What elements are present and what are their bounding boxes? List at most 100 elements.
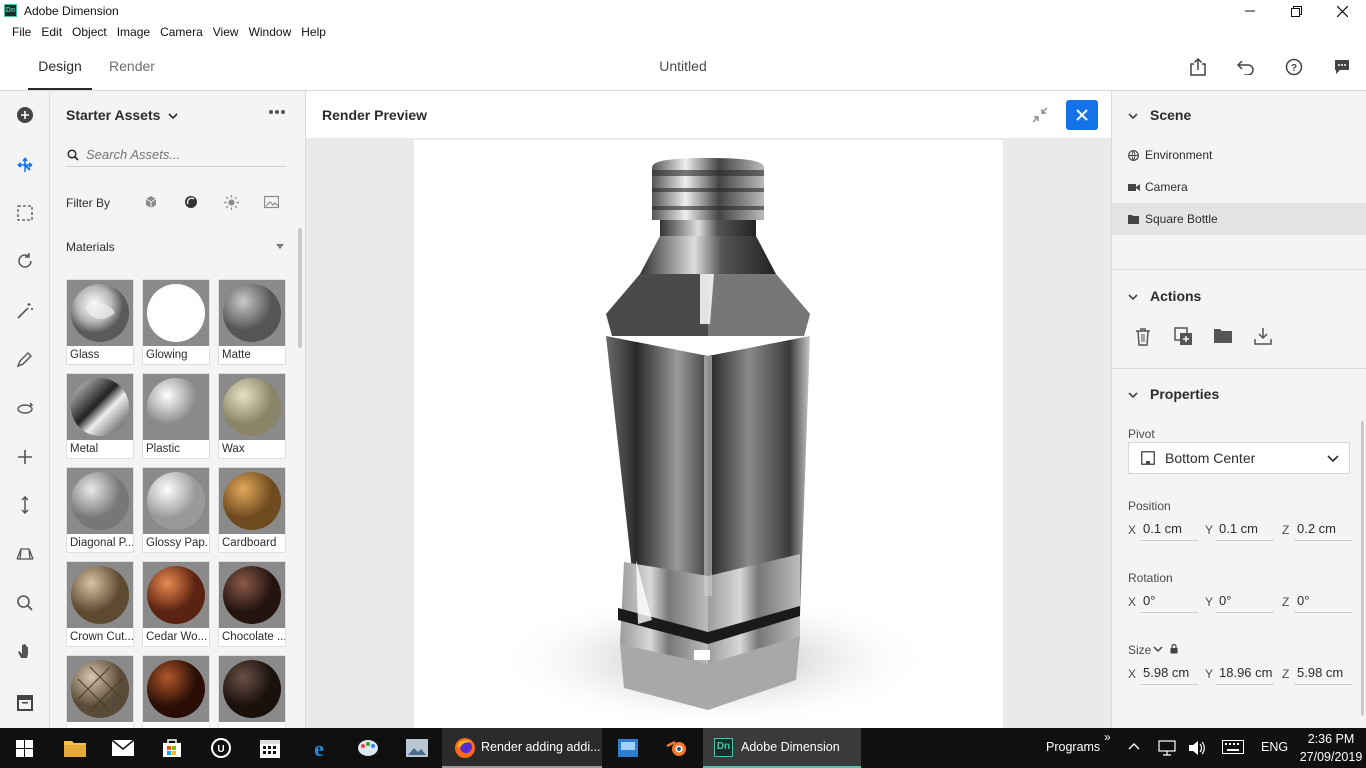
more-options-icon[interactable] bbox=[268, 109, 286, 115]
orbit-icon[interactable] bbox=[13, 249, 37, 273]
drop-to-ground-icon[interactable] bbox=[1254, 327, 1274, 347]
duplicate-icon[interactable] bbox=[1174, 327, 1194, 347]
material-glossy-paper[interactable]: Glossy Pap... bbox=[142, 467, 210, 553]
app-icon[interactable] bbox=[604, 728, 652, 768]
move-icon[interactable] bbox=[13, 445, 37, 469]
close-window-button[interactable] bbox=[1319, 0, 1365, 22]
add-content-icon[interactable] bbox=[13, 103, 37, 127]
position-z-input[interactable]: 0.2 cm bbox=[1294, 520, 1352, 541]
properties-scrollbar[interactable] bbox=[1361, 421, 1364, 716]
material-cardboard[interactable]: Cardboard bbox=[218, 467, 286, 553]
taskbar-dimension-window[interactable]: Dn Adobe Dimension bbox=[703, 728, 861, 768]
store-icon[interactable] bbox=[148, 728, 196, 768]
paint-app-icon[interactable] bbox=[344, 728, 392, 768]
material-tile[interactable] bbox=[66, 655, 134, 728]
share-icon[interactable] bbox=[1186, 55, 1210, 79]
mail-icon[interactable] bbox=[99, 728, 147, 768]
material-chocolate[interactable]: Chocolate ... bbox=[218, 561, 286, 647]
actions-collapse-icon[interactable] bbox=[1128, 293, 1138, 301]
material-cedar-wood[interactable]: Cedar Wo... bbox=[142, 561, 210, 647]
assets-scrollbar[interactable] bbox=[298, 228, 302, 348]
material-diagonal-paper[interactable]: Diagonal P... bbox=[66, 467, 134, 553]
rotate-object-icon[interactable] bbox=[13, 397, 37, 421]
calendar-icon[interactable] bbox=[246, 728, 294, 768]
menu-edit[interactable]: Edit bbox=[36, 22, 67, 43]
material-glowing[interactable]: Glowing bbox=[142, 279, 210, 365]
size-x-input[interactable]: 5.98 cm bbox=[1140, 664, 1198, 685]
tab-render[interactable]: Render bbox=[102, 43, 162, 90]
size-chevron-down-icon[interactable] bbox=[1153, 646, 1163, 653]
minimize-button[interactable] bbox=[1227, 0, 1273, 22]
undo-icon[interactable] bbox=[1234, 55, 1258, 79]
material-glass[interactable]: Glass bbox=[66, 279, 134, 365]
size-y-input[interactable]: 18.96 cm bbox=[1216, 664, 1274, 685]
history-icon[interactable] bbox=[13, 691, 37, 715]
material-crown-cut[interactable]: Crown Cut... bbox=[66, 561, 134, 647]
programs-expand-icon[interactable]: » bbox=[1104, 730, 1111, 744]
show-hidden-icons-icon[interactable] bbox=[1128, 742, 1140, 750]
filter-models-icon[interactable] bbox=[144, 195, 160, 211]
select-region-icon[interactable] bbox=[13, 201, 37, 225]
programs-toolbar[interactable]: Programs bbox=[1046, 740, 1100, 754]
group-folder-icon[interactable] bbox=[1214, 327, 1234, 347]
scene-item-square-bottle[interactable]: Square Bottle bbox=[1112, 203, 1366, 235]
taskbar-firefox-window[interactable]: Render adding addi... bbox=[442, 728, 602, 768]
tab-design[interactable]: Design bbox=[28, 43, 92, 90]
filter-images-icon[interactable] bbox=[264, 195, 280, 211]
scene-item-environment[interactable]: Environment bbox=[1112, 139, 1366, 171]
start-windows-icon[interactable] bbox=[0, 728, 48, 768]
position-y-input[interactable]: 0.1 cm bbox=[1216, 520, 1274, 541]
material-plastic[interactable]: Plastic bbox=[142, 373, 210, 459]
starter-assets-dropdown[interactable]: Starter Assets bbox=[66, 107, 178, 123]
render-canvas[interactable] bbox=[414, 140, 1003, 728]
select-tool-icon[interactable] bbox=[13, 153, 37, 177]
edge-browser-icon[interactable]: e bbox=[295, 728, 343, 768]
blender-icon[interactable] bbox=[653, 728, 701, 768]
material-matte[interactable]: Matte bbox=[218, 279, 286, 365]
size-z-input[interactable]: 5.98 cm bbox=[1294, 664, 1352, 685]
sample-tool-icon[interactable] bbox=[13, 347, 37, 371]
input-language[interactable]: ENG bbox=[1261, 740, 1288, 754]
menu-window[interactable]: Window bbox=[244, 22, 297, 43]
magic-wand-icon[interactable] bbox=[13, 299, 37, 323]
help-icon[interactable]: ? bbox=[1282, 55, 1306, 79]
horizon-icon[interactable] bbox=[13, 541, 37, 565]
pivot-select[interactable]: Bottom Center bbox=[1128, 442, 1350, 474]
menu-image[interactable]: Image bbox=[112, 22, 155, 43]
menu-object[interactable]: Object bbox=[67, 22, 112, 43]
dolly-icon[interactable] bbox=[13, 493, 37, 517]
restore-button[interactable] bbox=[1273, 0, 1319, 22]
filter-materials-icon[interactable] bbox=[184, 195, 200, 211]
rotation-z-input[interactable]: 0° bbox=[1294, 592, 1352, 613]
clock-date[interactable]: 27/09/2019 bbox=[1296, 750, 1366, 764]
zoom-icon[interactable] bbox=[13, 591, 37, 615]
close-preview-button[interactable] bbox=[1066, 100, 1098, 130]
materials-collapse-icon[interactable] bbox=[276, 244, 284, 249]
search-assets-input[interactable] bbox=[66, 143, 286, 167]
scene-collapse-icon[interactable] bbox=[1128, 112, 1138, 120]
menu-file[interactable]: File bbox=[7, 22, 36, 43]
file-explorer-icon[interactable] bbox=[51, 728, 99, 768]
rotation-x-input[interactable]: 0° bbox=[1140, 592, 1198, 613]
material-tile[interactable] bbox=[142, 655, 210, 728]
filter-lights-icon[interactable] bbox=[224, 195, 240, 211]
material-wax[interactable]: Wax bbox=[218, 373, 286, 459]
position-x-input[interactable]: 0.1 cm bbox=[1140, 520, 1198, 541]
rotation-y-input[interactable]: 0° bbox=[1216, 592, 1274, 613]
properties-collapse-icon[interactable] bbox=[1128, 391, 1138, 399]
menu-help[interactable]: Help bbox=[296, 22, 331, 43]
material-tile[interactable] bbox=[218, 655, 286, 728]
feedback-icon[interactable] bbox=[1330, 55, 1354, 79]
menu-view[interactable]: View bbox=[208, 22, 244, 43]
clock-time[interactable]: 2:36 PM bbox=[1296, 732, 1366, 746]
menu-camera[interactable]: Camera bbox=[155, 22, 208, 43]
lock-proportions-icon[interactable] bbox=[1170, 644, 1178, 654]
delete-icon[interactable] bbox=[1134, 327, 1154, 347]
keyboard-icon[interactable] bbox=[1222, 740, 1244, 754]
minimize-preview-icon[interactable] bbox=[1032, 107, 1048, 123]
photos-app-icon[interactable] bbox=[393, 728, 441, 768]
scene-item-camera[interactable]: Camera bbox=[1112, 171, 1366, 203]
material-metal[interactable]: Metal bbox=[66, 373, 134, 459]
volume-icon[interactable] bbox=[1188, 740, 1206, 756]
unreal-engine-icon[interactable]: U bbox=[197, 728, 245, 768]
